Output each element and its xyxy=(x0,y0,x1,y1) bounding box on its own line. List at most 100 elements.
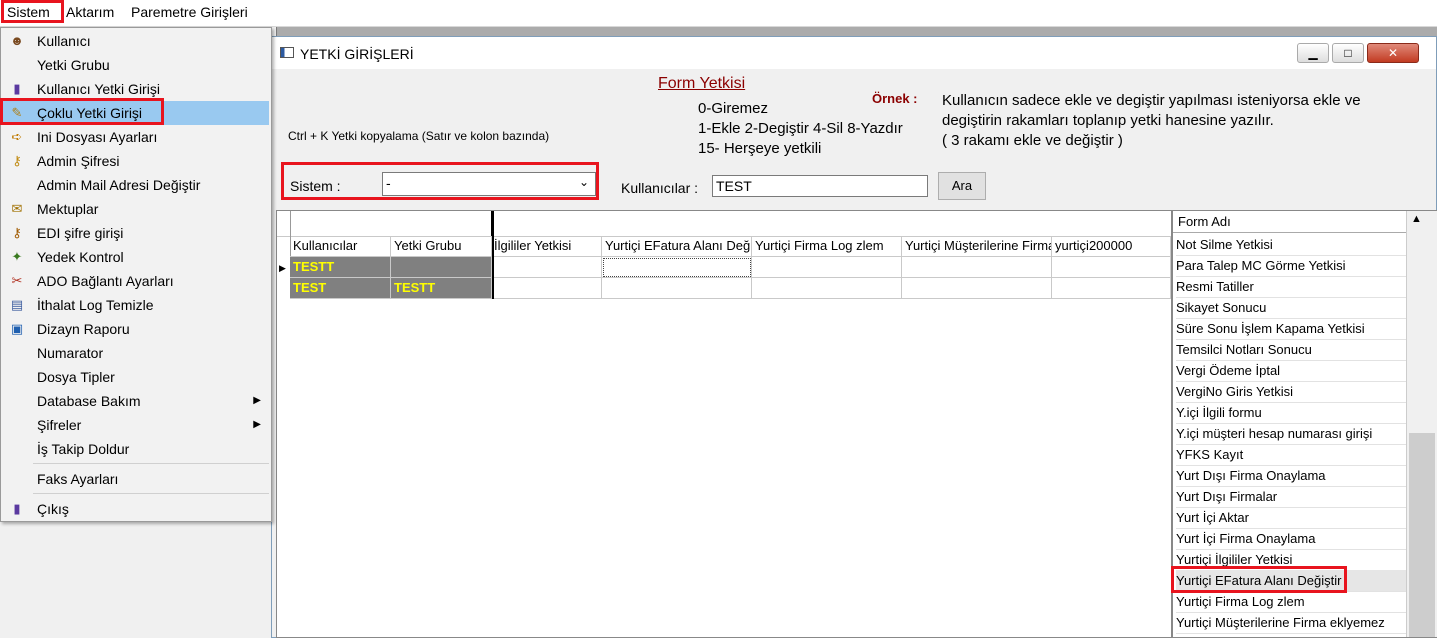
menu-item-7[interactable]: ✉ Mektuplar xyxy=(3,197,269,221)
maximize-icon: □ xyxy=(1344,46,1352,60)
grid-cell[interactable] xyxy=(1052,278,1171,299)
form-list-item[interactable]: Yurtiçi EFatura Alanı Değiştir xyxy=(1176,570,1406,592)
form-list-item[interactable]: YFKS Kayıt xyxy=(1176,444,1406,466)
menu-parametre-girisleri[interactable]: Paremetre Girişleri xyxy=(131,4,248,20)
form-list-item[interactable]: Yurtiçi İlgililer Yetkisi xyxy=(1176,549,1406,571)
form-list-item[interactable]: Sikayet Sonucu xyxy=(1176,297,1406,319)
ornek-label: Örnek : xyxy=(872,91,918,106)
menu-item-5[interactable]: ⚷ Admin Şifresi xyxy=(3,149,269,173)
grid-header-ilgililer[interactable]: İlgililer Yetkisi xyxy=(494,236,602,257)
menu-item-label: Mektuplar xyxy=(37,201,99,217)
menu-item-6[interactable]: Admin Mail Adresi Değiştir xyxy=(3,173,269,197)
menu-item-15[interactable]: Database Bakım ▶ xyxy=(3,389,269,413)
grid-cell-user[interactable]: TESTT xyxy=(290,257,391,278)
form-list-item[interactable]: Yurt İçi Aktar xyxy=(1176,507,1406,529)
grid-cell[interactable] xyxy=(752,257,902,278)
form-list-item[interactable]: Yurtiçi Müşterilerine Firma eklyemez xyxy=(1176,612,1406,634)
grid-cell-group[interactable] xyxy=(391,257,492,278)
menu-item-label: Kullanıcı xyxy=(37,33,91,49)
exit-door-icon: ▮ xyxy=(13,501,21,516)
grid-header-yurtici200000[interactable]: yurtiçi200000 xyxy=(1052,236,1171,257)
key-icon: ⚷ xyxy=(12,153,22,168)
multi-key-icon: ✎ xyxy=(11,105,23,120)
grid-header-kullanicilar[interactable]: Kullanıcılar xyxy=(290,236,391,257)
menu-item-8[interactable]: ⚷ EDI şifre girişi xyxy=(3,221,269,245)
menu-item-13[interactable]: Numarator xyxy=(3,341,269,365)
grid-header-firma-log[interactable]: Yurtiçi Firma Log zlem xyxy=(752,236,902,257)
kullanicilar-input[interactable] xyxy=(712,175,928,197)
menu-item-label: Ini Dosyası Ayarları xyxy=(37,129,158,145)
grid-header-yetki-grubu[interactable]: Yetki Grubu xyxy=(391,236,492,257)
menu-separator xyxy=(33,493,269,494)
submenu-arrow-icon: ▶ xyxy=(253,395,261,406)
grid-cell[interactable] xyxy=(902,257,1052,278)
menu-item-10[interactable]: ✂ ADO Bağlantı Ayarları xyxy=(3,269,269,293)
sistem-dropdown-menu: ☻ Kullanıcı Yetki Grubu ▮ Kullanıcı Yetki Gi… xyxy=(0,27,272,522)
menu-item-label: İş Takip Doldur xyxy=(37,441,130,457)
menu-item-label: İthalat Log Temizle xyxy=(37,297,154,313)
grid-cell-group[interactable]: TESTT xyxy=(391,278,492,299)
ornek-line-3: ( 3 rakamı ekle ve değiştir ) xyxy=(942,132,1123,149)
grid-cell-focused[interactable] xyxy=(602,257,752,278)
form-list-scrollbar[interactable]: ▲ xyxy=(1406,211,1437,637)
scrollbar-thumb[interactable] xyxy=(1409,433,1435,637)
grid-header-musteri-firma[interactable]: Yurtiçi Müşterilerine Firma eklyemez xyxy=(902,236,1052,257)
connection-icon: ✂ xyxy=(11,273,23,288)
form-list-item[interactable]: Vergi Ödeme İptal xyxy=(1176,360,1406,382)
menu-item-1[interactable]: Yetki Grubu xyxy=(3,53,269,77)
form-list-item[interactable]: Yurt Dışı Firma Onaylama xyxy=(1176,465,1406,487)
grid-cell[interactable] xyxy=(1052,257,1171,278)
form-list-item[interactable]: Yurtiçi Firma Log zlem xyxy=(1176,591,1406,613)
menu-item-label: Yedek Kontrol xyxy=(37,249,124,265)
ara-button[interactable]: Ara xyxy=(938,172,986,200)
key-door-icon: ▮ xyxy=(13,81,21,96)
menu-item-12[interactable]: ▣ Dizayn Raporu xyxy=(3,317,269,341)
grid-cell[interactable] xyxy=(494,257,602,278)
menu-item-0[interactable]: ☻ Kullanıcı xyxy=(3,29,269,53)
minimize-icon: ▁ xyxy=(1308,46,1318,60)
sistem-label: Sistem : xyxy=(290,178,341,194)
maximize-button[interactable]: □ xyxy=(1332,43,1364,63)
grid-cell[interactable] xyxy=(752,278,902,299)
form-list-item[interactable]: Süre Sonu İşlem Kapama Yetkisi xyxy=(1176,318,1406,340)
grid-top-band xyxy=(277,211,1171,237)
grid-cell[interactable] xyxy=(902,278,1052,299)
menu-item-2[interactable]: ▮ Kullanıcı Yetki Girişi xyxy=(3,77,269,101)
grid-cell-user[interactable]: TEST xyxy=(290,278,391,299)
menu-aktarim[interactable]: Aktarım xyxy=(66,4,114,20)
sistem-dropdown[interactable]: - ⌄ xyxy=(382,172,596,196)
form-list-item[interactable]: Y.içi İlgili formu xyxy=(1176,402,1406,424)
form-list-item[interactable]: Para Talep MC Görme Yetkisi xyxy=(1176,255,1406,277)
menu-item-14[interactable]: Dosya Tipler xyxy=(3,365,269,389)
form-list-item[interactable]: Yurt İçi Firma Onaylama xyxy=(1176,528,1406,550)
edi-key-icon: ⚷ xyxy=(12,225,22,240)
menu-item-faks-ayarlari[interactable]: Faks Ayarları xyxy=(3,467,269,491)
menu-item-label: ADO Bağlantı Ayarları xyxy=(37,273,174,289)
menu-sistem[interactable]: Sistem xyxy=(7,4,50,20)
scroll-up-icon[interactable]: ▲ xyxy=(1411,213,1422,225)
menu-item-17[interactable]: İş Takip Doldur xyxy=(3,437,269,461)
menu-item-cikis[interactable]: ▮ Çıkış xyxy=(3,497,269,521)
form-list-item[interactable]: Temsilci Notları Sonucu xyxy=(1176,339,1406,361)
grid-cell[interactable] xyxy=(602,278,752,299)
form-list-header: Form Adı xyxy=(1173,211,1406,233)
menu-item-11[interactable]: ▤ İthalat Log Temizle xyxy=(3,293,269,317)
menu-item-3[interactable]: ✎ Çoklu Yetki Girişi xyxy=(3,101,269,125)
form-list-item[interactable]: Resmi Tatiller xyxy=(1176,276,1406,298)
menu-item-9[interactable]: ✦ Yedek Kontrol xyxy=(3,245,269,269)
form-list-item[interactable]: Not Silme Yetkisi xyxy=(1176,234,1406,256)
ornek-line-2: degiştirin rakamları toplanıp yetki hane… xyxy=(942,112,1274,129)
legend-line-1: 0-Giremez xyxy=(698,100,769,117)
close-button[interactable]: ✕ xyxy=(1367,43,1419,63)
grid-header-efatura[interactable]: Yurtiçi EFatura Alanı Değiştir xyxy=(602,236,752,257)
form-list: Form Adı ▲ Not Silme Yetkisi Para Talep M… xyxy=(1172,210,1437,638)
menu-item-4[interactable]: ➪ Ini Dosyası Ayarları xyxy=(3,125,269,149)
sistem-dropdown-value: - xyxy=(386,175,391,191)
grid-cell[interactable] xyxy=(494,278,602,299)
form-list-item[interactable]: VergiNo Giris Yetkisi xyxy=(1176,381,1406,403)
form-list-item[interactable]: Y.içi müşteri hesap numarası girişi xyxy=(1176,423,1406,445)
menu-item-label: Dosya Tipler xyxy=(37,369,115,385)
form-list-item[interactable]: Yurt Dışı Firmalar xyxy=(1176,486,1406,508)
menu-item-16[interactable]: Şifreler ▶ xyxy=(3,413,269,437)
minimize-button[interactable]: ▁ xyxy=(1297,43,1329,63)
